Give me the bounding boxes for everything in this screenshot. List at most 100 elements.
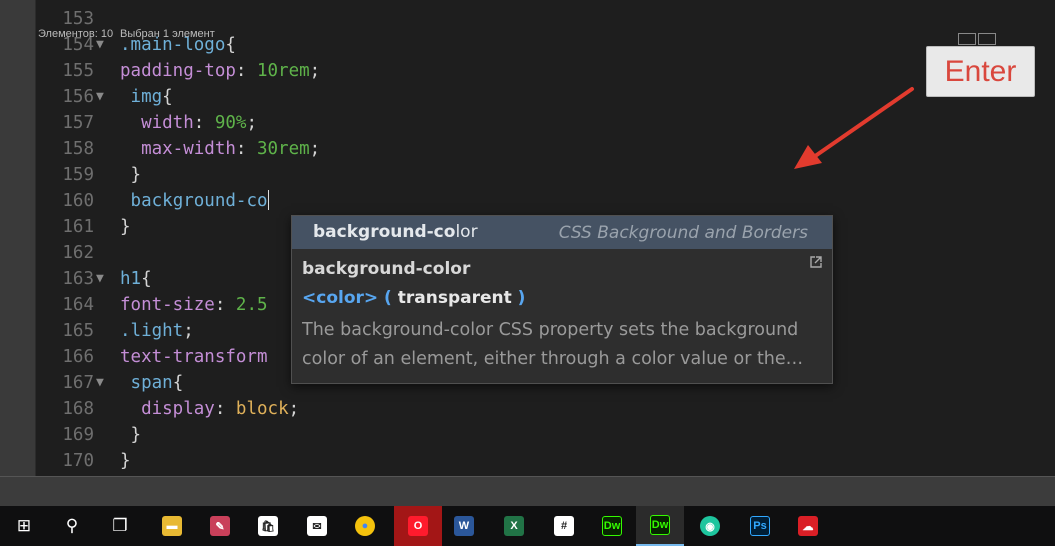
code-text: background-co — [120, 188, 269, 214]
line-number: 170 — [62, 451, 94, 471]
code-token: display — [141, 399, 215, 419]
code-line[interactable]: 168 display: block; — [36, 396, 1055, 422]
code-text: text-transform — [120, 344, 268, 370]
hint-syntax: <color> ( transparent ) — [302, 288, 526, 308]
code-token: : — [214, 399, 236, 419]
status-bar — [0, 476, 1055, 507]
code-text: h1{ — [120, 266, 152, 292]
excel-icon-glyph: X — [504, 516, 524, 536]
paint-icon-glyph: ✎ — [210, 516, 230, 536]
line-number: 162 — [62, 243, 94, 263]
start-button-icon: ⊞ — [16, 516, 32, 535]
code-text: } — [120, 162, 142, 188]
dreamweaver-icon[interactable]: Dw — [588, 506, 636, 546]
start-button[interactable]: ⊞ — [0, 506, 48, 546]
code-token: : — [235, 61, 257, 81]
fold-toggle-icon[interactable]: ▼ — [96, 266, 104, 292]
code-token: ; — [288, 399, 300, 419]
code-token: font-size — [120, 295, 215, 315]
opera-icon[interactable]: O — [394, 506, 442, 546]
line-number: 169 — [62, 425, 94, 445]
code-token: } — [120, 217, 131, 237]
code-token: { — [162, 87, 173, 107]
store-icon[interactable]: 🛍 — [244, 506, 292, 546]
file-explorer-icon-glyph: ▬ — [162, 516, 182, 536]
code-token: span — [130, 373, 173, 393]
dreamweaver-active-icon[interactable]: Dw — [636, 506, 684, 546]
callout-label: Enter — [944, 55, 1017, 88]
status-selection: Выбран 1 элемент — [120, 28, 215, 40]
code-token: } — [130, 165, 142, 185]
code-token: } — [120, 451, 131, 471]
code-text: width: 90%; — [120, 110, 257, 136]
chrome-icon[interactable]: ● — [341, 506, 389, 546]
hint-item-background-color[interactable]: background-color CSS Background and Bord… — [292, 216, 832, 249]
fold-toggle-icon[interactable]: ▼ — [96, 370, 104, 396]
chrome-icon-glyph: ● — [355, 516, 375, 536]
code-token: ; — [309, 139, 321, 159]
file-explorer-icon[interactable]: ▬ — [148, 506, 196, 546]
task-view-button[interactable]: ❐ — [96, 506, 144, 546]
code-token: { — [172, 373, 184, 393]
view-toggle-icons[interactable] — [958, 30, 1000, 45]
hint-item-label: background-color — [313, 222, 478, 242]
code-line[interactable]: 170} — [36, 448, 1055, 474]
word-icon-glyph: W — [454, 516, 474, 536]
code-token: ; — [309, 61, 321, 81]
store-icon-glyph: 🛍 — [258, 516, 278, 536]
code-token: ; — [246, 113, 257, 133]
code-token: 90% — [214, 113, 247, 133]
code-token: 2.5 — [235, 295, 268, 315]
details-view-icon[interactable] — [958, 33, 976, 45]
creative-cloud-icon[interactable]: ☁ — [784, 506, 832, 546]
status-item-count: Элементов: 10 — [38, 28, 114, 40]
search-button-icon: ⚲ — [65, 516, 79, 535]
code-token: 30rem — [256, 139, 310, 159]
code-token: 10rem — [256, 61, 310, 81]
drop-icon[interactable]: ◉ — [686, 506, 734, 546]
word-icon[interactable]: W — [440, 506, 488, 546]
code-text: } — [120, 422, 142, 448]
code-token: padding-top — [120, 61, 236, 81]
code-text: max-width: 30rem; — [120, 136, 320, 162]
code-token: h1 — [120, 269, 142, 289]
code-line[interactable]: 155 padding-top: 10rem; — [36, 58, 1055, 84]
code-line[interactable]: 169 } — [36, 422, 1055, 448]
code-token: img — [130, 87, 163, 107]
paint-icon[interactable]: ✎ — [196, 506, 244, 546]
annotation-arrow — [794, 87, 914, 169]
line-number: 155 — [62, 61, 94, 81]
code-token: width — [141, 113, 194, 133]
code-text: .light; — [120, 318, 194, 344]
line-number: 157 — [62, 113, 94, 133]
code-text: } — [120, 448, 131, 474]
code-token: : — [214, 295, 236, 315]
slack-icon[interactable]: # — [540, 506, 588, 546]
line-number: 159 — [62, 165, 94, 185]
photoshop-icon[interactable]: Ps — [736, 506, 784, 546]
code-text: display: block; — [120, 396, 299, 422]
code-token: max-width — [141, 139, 236, 159]
fold-toggle-icon[interactable]: ▼ — [96, 84, 104, 110]
hint-item-category: CSS Background and Borders — [558, 223, 808, 243]
code-text: img{ — [120, 84, 173, 110]
code-text: padding-top: 10rem; — [120, 58, 320, 84]
search-button[interactable]: ⚲ — [48, 506, 96, 546]
taskbar: ⊞ ⚲ ❐ ▬ ✎ 🛍 ✉ ● O W X # Dw Dw ◉ Ps ☁ — [0, 506, 1055, 546]
code-line[interactable]: 160 background-co — [36, 188, 1055, 214]
code-token: text-transform — [120, 347, 268, 367]
line-number: 158 — [62, 139, 94, 159]
opera-icon-glyph: O — [408, 516, 428, 536]
line-number: 156 — [62, 87, 94, 107]
code-text: } — [120, 214, 131, 240]
tiles-view-icon[interactable] — [978, 33, 996, 45]
code-token: .light — [120, 321, 184, 341]
mail-icon[interactable]: ✉ — [293, 506, 341, 546]
excel-icon[interactable]: X — [490, 506, 538, 546]
code-token: { — [225, 35, 236, 55]
line-number: 167 — [62, 373, 94, 393]
external-link-icon[interactable] — [810, 256, 822, 268]
code-token: background-co — [130, 191, 268, 211]
line-number: 166 — [62, 347, 94, 367]
dreamweaver-active-icon-glyph: Dw — [650, 515, 670, 535]
